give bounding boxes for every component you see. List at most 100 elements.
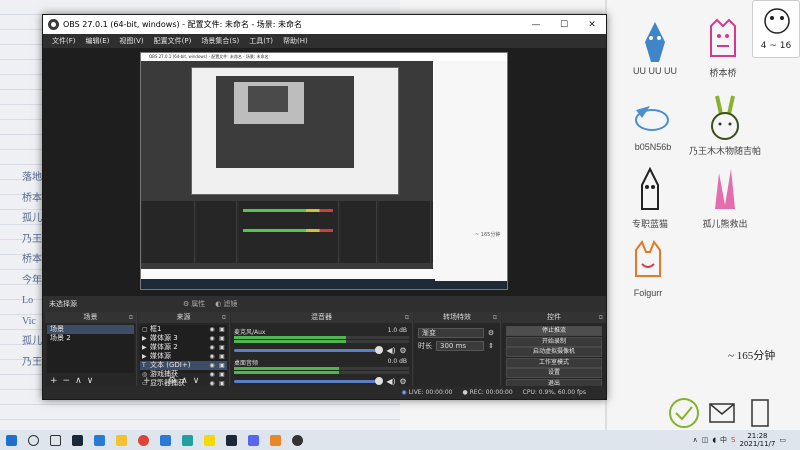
notification-icon[interactable]: ▭ xyxy=(779,436,786,444)
dock-float-icon[interactable]: ⧉ xyxy=(599,312,603,323)
preview-nested-title: OBS 27.0.1 (64-bit, windows) - 配置文件: 未命名… xyxy=(141,53,507,61)
obs-window[interactable]: OBS 27.0.1 (64-bit, windows) - 配置文件: 未命名… xyxy=(42,14,607,400)
steam-icon[interactable] xyxy=(220,430,242,450)
volume-slider[interactable] xyxy=(234,345,383,354)
chevron-up-icon[interactable]: ∧ xyxy=(693,436,698,444)
lock-icon[interactable]: ▣ xyxy=(217,325,227,334)
gear-icon[interactable]: ⚙ xyxy=(397,377,409,386)
volume-knob[interactable] xyxy=(375,376,383,385)
eye-icon[interactable]: ◉ xyxy=(207,343,217,352)
source-item[interactable]: ▶ 媒体源 2 ◉ ▣ xyxy=(140,343,227,352)
source-settings-button[interactable]: ⚙ xyxy=(168,376,176,386)
source-item[interactable]: ▶ 媒体源 3 ◉ ▣ xyxy=(140,334,227,343)
rec-status: ● REC: 00:00:00 xyxy=(462,389,513,396)
eye-icon[interactable]: ◉ xyxy=(207,361,217,370)
taskbar-clock[interactable]: 21:28 2021/11/7 xyxy=(739,432,775,448)
store-icon[interactable] xyxy=(88,430,110,450)
discord-icon[interactable] xyxy=(242,430,264,450)
move-up-button[interactable]: ∧ xyxy=(75,376,82,386)
obs-titlebar[interactable]: OBS 27.0.1 (64-bit, windows) - 配置文件: 未命名… xyxy=(43,15,606,34)
dock-float-icon[interactable]: ⧉ xyxy=(493,312,497,323)
scene-item[interactable]: 场景 2 xyxy=(47,334,134,343)
remove-scene-button[interactable]: − xyxy=(63,376,71,386)
pink-crystal-icon xyxy=(715,169,735,209)
remove-source-button[interactable]: − xyxy=(156,376,164,386)
minimize-button[interactable]: — xyxy=(522,20,550,30)
lock-icon[interactable]: ▣ xyxy=(217,334,227,343)
source-toolbar: 未选择源 ⚙ 属性 ◐ 滤镜 xyxy=(43,296,606,312)
lock-icon[interactable]: ▣ xyxy=(217,343,227,352)
blue-chick-icon xyxy=(645,22,665,62)
filters-button[interactable]: ◐ 滤镜 xyxy=(215,299,237,309)
menu-item[interactable]: 编辑(E) xyxy=(81,36,115,46)
volume-icon[interactable]: ◖ xyxy=(712,436,716,444)
volume-slider[interactable] xyxy=(234,376,383,385)
source-type-icon: ▶ xyxy=(142,344,147,351)
track-db: 1.0 dB xyxy=(387,327,407,334)
mail-icon[interactable] xyxy=(154,430,176,450)
steam-icon[interactable] xyxy=(66,430,88,450)
scene-item[interactable]: 场景 xyxy=(47,325,134,334)
dock-float-icon[interactable]: ⧉ xyxy=(129,312,133,323)
menu-item[interactable]: 文件(F) xyxy=(47,36,81,46)
lock-icon[interactable]: ▣ xyxy=(217,361,227,370)
control-button[interactable]: 工作室模式 xyxy=(506,357,602,368)
orange-app-icon[interactable] xyxy=(264,430,286,450)
speaker-icon[interactable]: ◀) xyxy=(385,346,397,355)
eye-icon[interactable]: ◉ xyxy=(207,325,217,334)
add-scene-button[interactable]: + xyxy=(50,376,58,386)
menu-item[interactable]: 视图(V) xyxy=(114,36,148,46)
track-name: 麦克风/Aux xyxy=(234,329,266,336)
eye-icon[interactable]: ◉ xyxy=(207,334,217,343)
move-down-button[interactable]: ∨ xyxy=(193,376,200,386)
add-source-button[interactable]: + xyxy=(143,376,151,386)
clock-note: ~ 165分钟 xyxy=(728,350,776,362)
obs-icon[interactable] xyxy=(286,430,308,450)
close-button[interactable]: ✕ xyxy=(578,20,606,30)
duration-stepper[interactable]: ⇕ xyxy=(486,342,496,350)
source-item[interactable]: ▶ 媒体源 ◉ ▣ xyxy=(140,352,227,361)
transition-select[interactable]: 渐变 xyxy=(418,327,484,338)
app-icon[interactable] xyxy=(176,430,198,450)
search-icon[interactable] xyxy=(22,430,44,450)
menu-item[interactable]: 工具(T) xyxy=(244,36,278,46)
duration-input[interactable]: 300 ms xyxy=(436,340,484,351)
source-item[interactable]: ▢ 框1 ◉ ▣ xyxy=(140,325,227,334)
windows-start-icon[interactable] xyxy=(0,430,22,450)
sticker-orange-cat: Folgurr xyxy=(613,240,683,298)
move-down-button[interactable]: ∨ xyxy=(87,376,94,386)
task-view-icon[interactable] xyxy=(44,430,66,450)
source-item[interactable]: T 文本 (GDI+) ◉ ▣ xyxy=(140,361,227,370)
move-up-button[interactable]: ∧ xyxy=(181,376,188,386)
properties-button[interactable]: ⚙ 属性 xyxy=(183,299,205,309)
control-button[interactable]: 启动虚拟摄像机 xyxy=(506,347,602,357)
control-button[interactable]: 停止推流 xyxy=(506,326,602,336)
speaker-icon[interactable]: ◀) xyxy=(385,377,397,386)
source-type-icon: ▢ xyxy=(142,326,148,333)
control-button[interactable]: 开始录制 xyxy=(506,336,602,347)
menu-item[interactable]: 场景集合(S) xyxy=(196,36,244,46)
control-button[interactable]: 设置 xyxy=(506,368,602,378)
network-icon[interactable]: ◫ xyxy=(702,436,709,444)
input-language[interactable]: 中 xyxy=(720,435,727,445)
file-explorer-icon[interactable] xyxy=(110,430,132,450)
gear-icon[interactable]: ⚙ xyxy=(397,346,409,355)
sources-list[interactable]: ▢ 框1 ◉ ▣ ▶ 媒体源 3 ◉ ▣ ▶ 媒体源 2 ◉ ▣ ▶ 媒体源 ◉ ▣ T 文本 (GDI+) ◉ ▣ ◎… xyxy=(140,325,227,387)
lock-icon[interactable]: ▣ xyxy=(217,352,227,361)
ime-icon[interactable]: S xyxy=(731,436,735,444)
menu-item[interactable]: 帮助(H) xyxy=(278,36,313,46)
obs-preview[interactable]: OBS 27.0.1 (64-bit, windows) - 配置文件: 未命名… xyxy=(43,48,606,296)
dock-float-icon[interactable]: ⧉ xyxy=(405,312,409,323)
sticky-icon[interactable] xyxy=(198,430,220,450)
menu-item[interactable]: 配置文件(P) xyxy=(149,36,197,46)
dock-float-icon[interactable]: ⧉ xyxy=(222,312,226,323)
chrome-icon[interactable] xyxy=(132,430,154,450)
sticker-green-bunny: 乃王木木物随吉帕 xyxy=(684,92,766,157)
scenes-list[interactable]: 场景 场景 2 xyxy=(47,325,134,373)
maximize-button[interactable]: ☐ xyxy=(550,20,578,30)
eye-icon[interactable]: ◉ xyxy=(207,352,217,361)
volume-knob[interactable] xyxy=(375,345,383,354)
preview-nested-obs xyxy=(141,61,433,269)
transition-settings-icon[interactable]: ⚙ xyxy=(486,329,496,337)
live-status: ◉ LIVE: 00:00:00 xyxy=(401,389,453,396)
